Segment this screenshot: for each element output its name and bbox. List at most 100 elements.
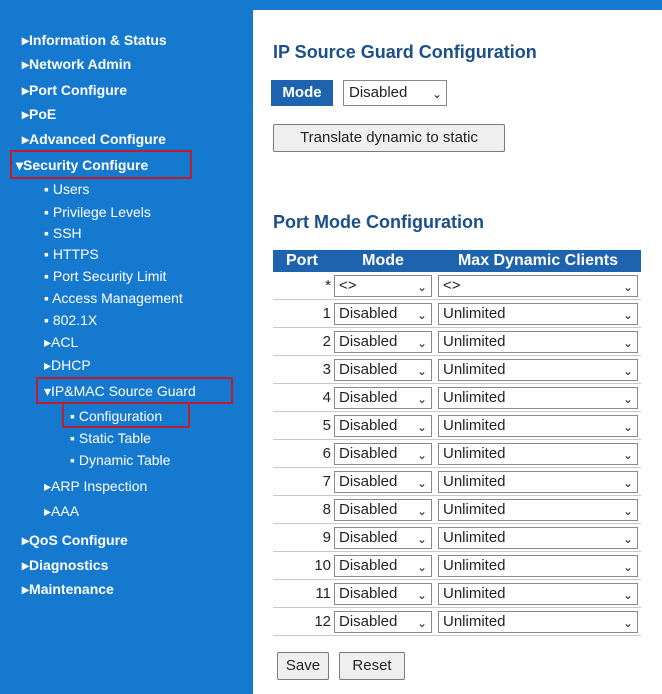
max-clients-value: <>: [443, 276, 461, 294]
nav-security-configure[interactable]: ▾Security Configure: [16, 157, 148, 173]
max-clients-select[interactable]: Unlimited ⌄: [438, 498, 638, 521]
port-number: 4: [273, 383, 331, 412]
port-mode-select[interactable]: Disabled ⌄: [334, 526, 432, 549]
nav-diagnostics[interactable]: ▸Diagnostics: [22, 557, 108, 573]
max-clients-cell: Unlimited ⌄: [435, 299, 641, 328]
port-mode-select[interactable]: Disabled ⌄: [334, 386, 432, 409]
reset-button[interactable]: Reset: [339, 652, 405, 680]
chevron-down-icon: ⌄: [416, 447, 427, 462]
nav-qos-configure[interactable]: ▸QoS Configure: [22, 532, 128, 548]
nav-https[interactable]: ▪ HTTPS: [44, 246, 99, 262]
page-title: IP Source Guard Configuration: [273, 42, 537, 62]
nav-dynamic-table[interactable]: ▪ Dynamic Table: [70, 452, 170, 468]
save-button[interactable]: Save: [277, 652, 329, 680]
max-clients-cell: Unlimited ⌄: [435, 467, 641, 496]
port-number: 10: [273, 551, 331, 580]
chevron-down-icon: ⌄: [416, 419, 427, 434]
port-mode-select[interactable]: Disabled ⌄: [334, 610, 432, 633]
chevron-down-icon: ⌄: [622, 335, 633, 350]
table-row: 3 Disabled ⌄ Unlimited ⌄: [273, 355, 641, 384]
max-clients-select[interactable]: <> ⌄: [438, 274, 638, 297]
max-clients-select[interactable]: Unlimited ⌄: [438, 414, 638, 437]
nav-ip-mac-source-guard[interactable]: ▾IP&MAC Source Guard: [44, 383, 196, 399]
mode-label: Mode: [271, 80, 333, 106]
max-clients-select[interactable]: Unlimited ⌄: [438, 302, 638, 325]
chevron-down-icon: ⌄: [416, 391, 427, 406]
port-mode-select[interactable]: Disabled ⌄: [334, 302, 432, 325]
port-mode-value: Disabled: [339, 332, 398, 350]
port-mode-value: Disabled: [339, 444, 398, 462]
port-mode-select[interactable]: <> ⌄: [334, 274, 432, 297]
max-clients-cell: Unlimited ⌄: [435, 439, 641, 468]
nav-acl[interactable]: ▸ACL: [44, 334, 78, 350]
global-mode-select[interactable]: Disabled ⌄: [343, 80, 447, 106]
max-clients-select[interactable]: Unlimited ⌄: [438, 470, 638, 493]
port-mode-value: Disabled: [339, 388, 398, 406]
chevron-down-icon: ⌄: [416, 335, 427, 350]
port-mode-select[interactable]: Disabled ⌄: [334, 358, 432, 381]
port-mode-select[interactable]: Disabled ⌄: [334, 442, 432, 465]
port-number: 2: [273, 327, 331, 356]
port-number: 12: [273, 607, 331, 636]
max-clients-select[interactable]: Unlimited ⌄: [438, 582, 638, 605]
port-mode-select[interactable]: Disabled ⌄: [334, 498, 432, 521]
nav-advanced-configure[interactable]: ▸Advanced Configure: [22, 131, 166, 147]
nav-network-admin[interactable]: ▸Network Admin: [22, 56, 131, 72]
mode-cell: <> ⌄: [331, 272, 435, 300]
nav-maintenance[interactable]: ▸Maintenance: [22, 581, 114, 597]
port-number: 6: [273, 439, 331, 468]
mode-cell: Disabled ⌄: [331, 439, 435, 468]
table-row: 1 Disabled ⌄ Unlimited ⌄: [273, 299, 641, 328]
nav-aaa[interactable]: ▸AAA: [44, 503, 79, 519]
table-row: 7 Disabled ⌄ Unlimited ⌄: [273, 467, 641, 496]
nav-static-table[interactable]: ▪ Static Table: [70, 430, 151, 446]
port-mode-value: Disabled: [339, 612, 398, 630]
header-mode: Mode: [331, 250, 435, 272]
max-clients-select[interactable]: Unlimited ⌄: [438, 442, 638, 465]
translate-button[interactable]: Translate dynamic to static: [273, 124, 505, 152]
nav-port-security-limit[interactable]: ▪ Port Security Limit: [44, 268, 166, 284]
table-row: 8 Disabled ⌄ Unlimited ⌄: [273, 495, 641, 524]
chevron-down-icon: ⌄: [416, 307, 427, 322]
port-number: 1: [273, 299, 331, 328]
table-row: 11 Disabled ⌄ Unlimited ⌄: [273, 579, 641, 608]
max-clients-select[interactable]: Unlimited ⌄: [438, 358, 638, 381]
table-row: 4 Disabled ⌄ Unlimited ⌄: [273, 383, 641, 412]
nav-users[interactable]: ▪ Users: [44, 181, 89, 197]
mode-cell: Disabled ⌄: [331, 299, 435, 328]
max-clients-select[interactable]: Unlimited ⌄: [438, 554, 638, 577]
table-row: * <> ⌄ <> ⌄: [273, 272, 641, 300]
mode-cell: Disabled ⌄: [331, 579, 435, 608]
port-mode-select[interactable]: Disabled ⌄: [334, 414, 432, 437]
nav-information-status[interactable]: ▸Information & Status: [22, 32, 167, 48]
port-mode-select[interactable]: Disabled ⌄: [334, 554, 432, 577]
nav-configuration[interactable]: ▪ Configuration: [70, 408, 162, 424]
max-clients-select[interactable]: Unlimited ⌄: [438, 386, 638, 409]
chevron-down-icon: ⌄: [622, 447, 633, 462]
max-clients-select[interactable]: Unlimited ⌄: [438, 526, 638, 549]
chevron-down-icon: ⌄: [622, 587, 633, 602]
max-clients-cell: Unlimited ⌄: [435, 355, 641, 384]
table-row: 2 Disabled ⌄ Unlimited ⌄: [273, 327, 641, 356]
nav-poe[interactable]: ▸PoE: [22, 106, 56, 122]
mode-cell: Disabled ⌄: [331, 495, 435, 524]
port-number: 7: [273, 467, 331, 496]
nav-port-configure[interactable]: ▸Port Configure: [22, 82, 127, 98]
nav-arp-inspection[interactable]: ▸ARP Inspection: [44, 478, 147, 494]
port-mode-select[interactable]: Disabled ⌄: [334, 330, 432, 353]
mode-cell: Disabled ⌄: [331, 467, 435, 496]
max-clients-select[interactable]: Unlimited ⌄: [438, 610, 638, 633]
nav-dhcp[interactable]: ▸DHCP: [44, 357, 91, 373]
nav-8021x[interactable]: ▪ 802.1X: [44, 312, 97, 328]
max-clients-select[interactable]: Unlimited ⌄: [438, 330, 638, 353]
nav-access-management[interactable]: ▪ Access Management: [44, 290, 183, 306]
main-content: IP Source Guard Configuration Mode Disab…: [253, 0, 662, 694]
max-clients-value: Unlimited: [443, 304, 506, 322]
nav-privilege-levels[interactable]: ▪ Privilege Levels: [44, 204, 151, 220]
max-clients-value: Unlimited: [443, 388, 506, 406]
port-mode-select[interactable]: Disabled ⌄: [334, 582, 432, 605]
port-mode-select[interactable]: Disabled ⌄: [334, 470, 432, 493]
top-strip: [253, 0, 662, 10]
table-header-row: Port Mode Max Dynamic Clients: [273, 250, 641, 272]
nav-ssh[interactable]: ▪ SSH: [44, 225, 82, 241]
